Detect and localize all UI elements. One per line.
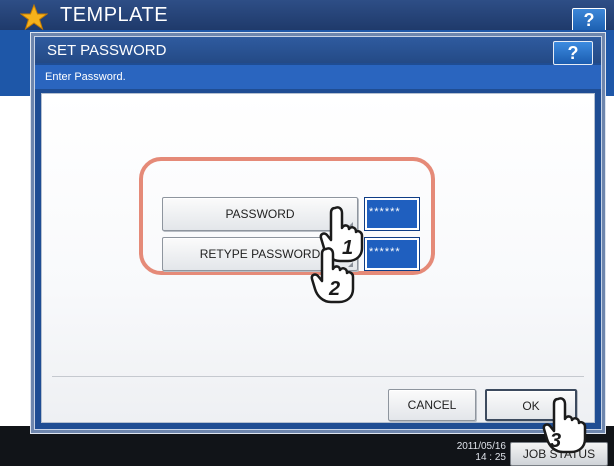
step-number-2: 2	[328, 278, 340, 300]
retype-password-button-label: RETYPE PASSWORD	[199, 247, 321, 261]
clock-time: 14 : 25	[475, 452, 506, 463]
divider	[52, 376, 584, 377]
step-number-3: 3	[550, 430, 561, 452]
dialog-help-button[interactable]: ?	[553, 41, 593, 65]
password-field[interactable]: ******	[364, 197, 420, 231]
hand-pointer-icon: 3	[542, 397, 587, 454]
password-button-label: PASSWORD	[225, 207, 295, 221]
star-icon	[20, 4, 48, 30]
retype-password-field[interactable]: ******	[364, 237, 420, 271]
app-help-button[interactable]: ?	[572, 8, 606, 32]
dialog-title: SET PASSWORD	[47, 42, 167, 59]
clock-date: 2011/05/16	[456, 441, 506, 452]
cancel-button[interactable]: CANCEL	[388, 389, 476, 421]
app-title: TEMPLATE	[60, 4, 169, 26]
clock: 2011/05/16 14 : 25	[446, 441, 506, 463]
dialog-prompt: Enter Password.	[45, 71, 126, 83]
hand-pointer-icon: 2	[310, 247, 355, 304]
